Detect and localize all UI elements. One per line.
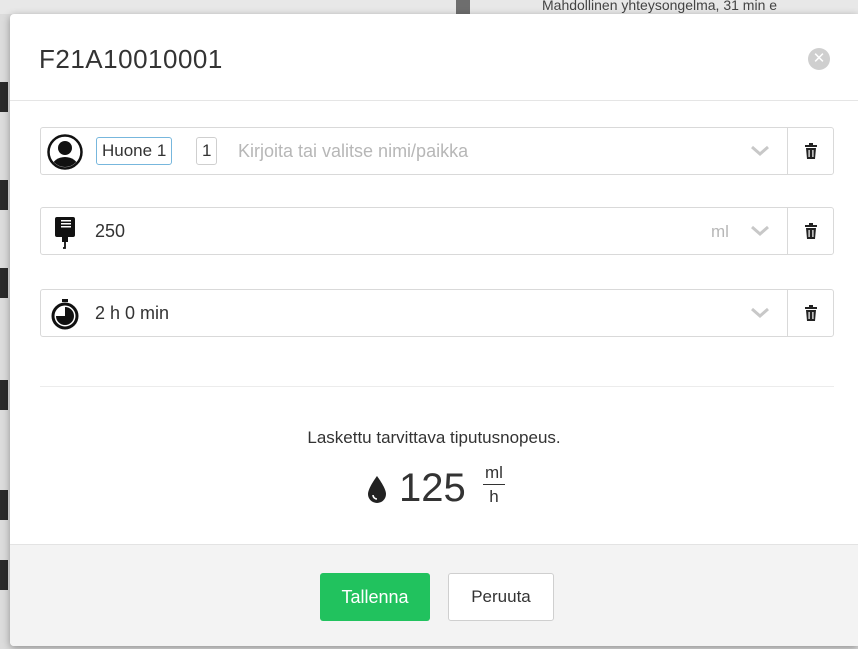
- duration-field: 2 h 0 min: [40, 289, 834, 337]
- rate-unit-numerator: ml: [483, 462, 505, 485]
- chevron-down-icon[interactable]: [749, 305, 771, 321]
- delete-duration-button[interactable]: [787, 290, 833, 336]
- background-notice: Mahdollinen yhteysongelma, 31 min e: [542, 0, 778, 13]
- duration-select[interactable]: 2 h 0 min: [41, 290, 787, 336]
- volume-select[interactable]: 250 ml: [41, 208, 787, 254]
- dialog-title: F21A10010001: [39, 44, 223, 74]
- patient-select[interactable]: Huone 1 1 Kirjoita tai valitse nimi/paik…: [41, 128, 787, 174]
- background-mark: [0, 82, 8, 112]
- background-mark: [0, 180, 8, 210]
- room-tag[interactable]: Huone 1: [96, 137, 173, 165]
- drop-icon: [365, 474, 389, 509]
- chevron-down-icon[interactable]: [749, 143, 771, 159]
- rate-value: 125: [399, 466, 466, 510]
- patient-field: Huone 1 1 Kirjoita tai valitse nimi/paik…: [40, 127, 834, 175]
- delete-patient-button[interactable]: [787, 128, 833, 174]
- user-avatar-icon: [46, 133, 84, 171]
- bed-tag[interactable]: 1: [196, 137, 218, 165]
- chevron-down-icon[interactable]: [749, 223, 771, 239]
- background-mark: [0, 560, 8, 590]
- close-icon[interactable]: ✕: [808, 48, 830, 70]
- save-button[interactable]: Tallenna: [320, 573, 430, 621]
- delete-volume-button[interactable]: [787, 208, 833, 254]
- calculated-rate-label: Laskettu tarvittava tiputusnopeus.: [307, 428, 561, 447]
- volume-unit: ml: [711, 222, 729, 241]
- duration-value: 2 h 0 min: [95, 303, 170, 323]
- patient-search-placeholder[interactable]: Kirjoita tai valitse nimi/paikka: [238, 141, 468, 162]
- volume-field: 250 ml: [40, 207, 834, 255]
- dialog-header: F21A10010001 ✕: [10, 14, 858, 101]
- infusion-dialog: F21A10010001 ✕ Huone 1 1 Kirjoita tai va…: [10, 14, 858, 646]
- trash-icon: [804, 223, 817, 239]
- background-mark: [0, 268, 8, 298]
- rate-unit-denominator: h: [489, 487, 499, 506]
- background-bar: [456, 0, 470, 14]
- trash-icon: [804, 143, 817, 159]
- background-mark: [0, 490, 8, 520]
- trash-icon: [804, 305, 817, 321]
- background-mark: [0, 380, 8, 410]
- rate-unit: ml h: [483, 462, 505, 509]
- section-divider: [40, 386, 834, 387]
- cancel-button[interactable]: Peruuta: [448, 573, 554, 621]
- timer-icon: [46, 295, 84, 333]
- volume-value: 250: [95, 221, 126, 241]
- iv-bag-icon: [46, 213, 84, 251]
- calculated-rate: 125 ml h: [365, 462, 525, 514]
- dialog-footer: Tallenna Peruuta: [10, 544, 858, 646]
